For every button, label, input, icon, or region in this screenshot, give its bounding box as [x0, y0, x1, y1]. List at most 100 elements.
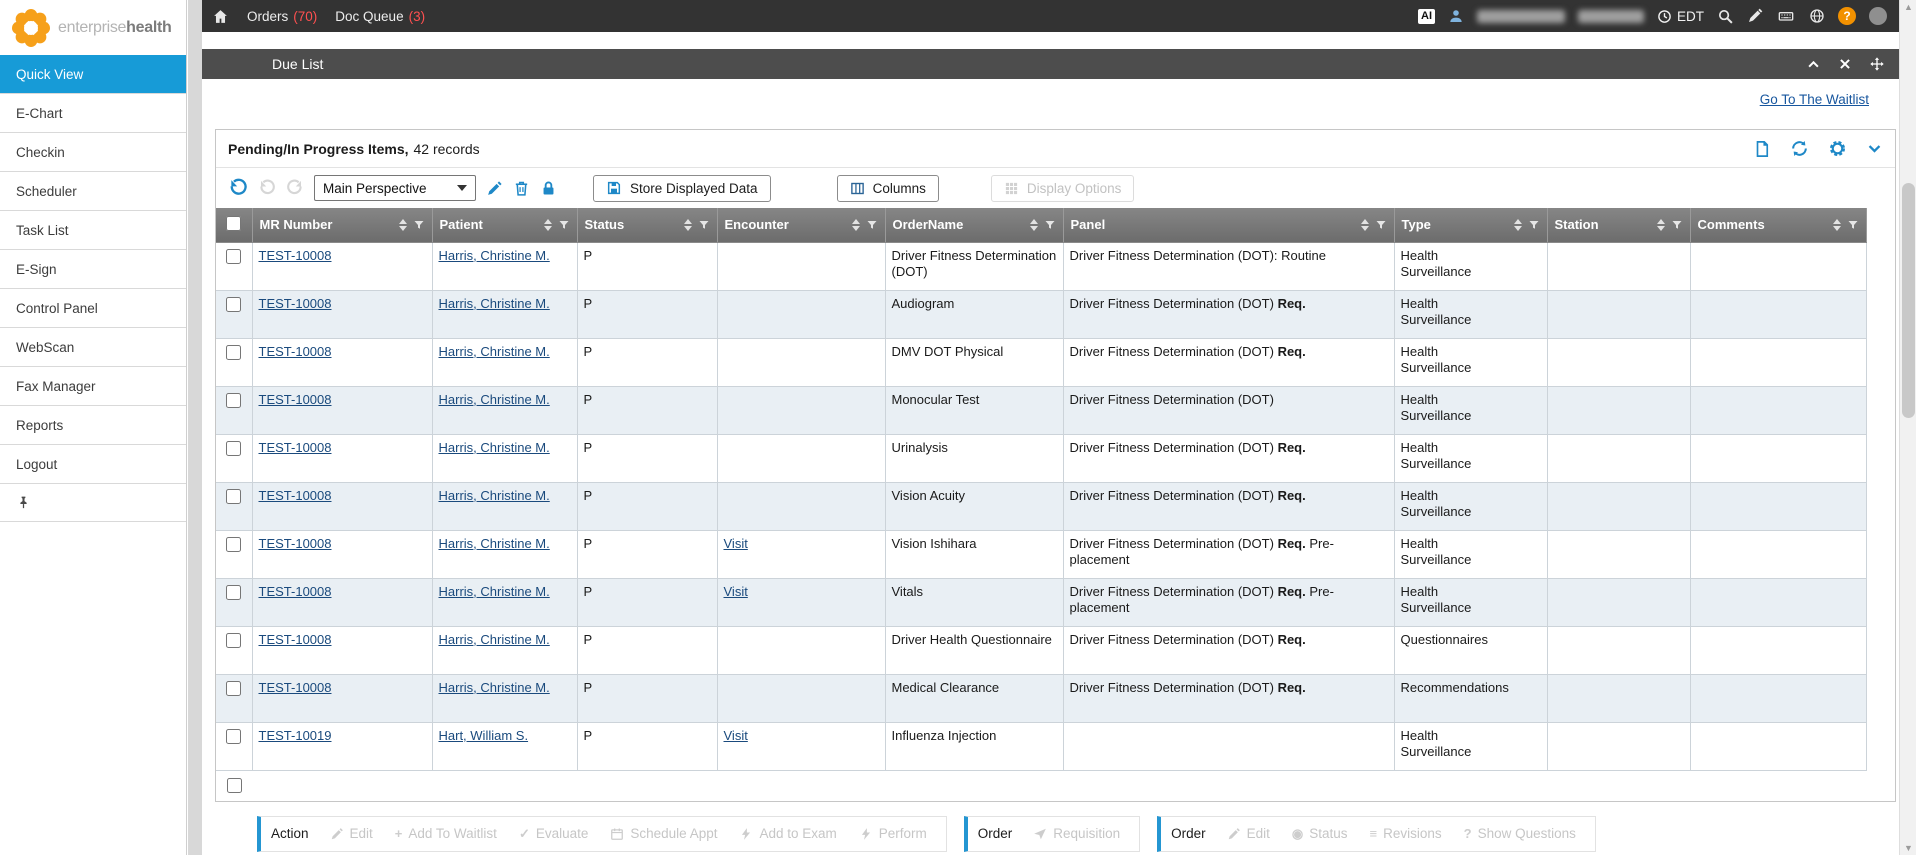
patient-link[interactable]: Hart, William S. — [439, 728, 529, 743]
display-options-button[interactable]: Display Options — [991, 175, 1135, 202]
filter-funnel-icon[interactable] — [1528, 219, 1540, 231]
patient-link[interactable]: Harris, Christine M. — [439, 440, 550, 455]
mr-number-link[interactable]: TEST-10008 — [259, 440, 332, 455]
sidebar-item-reports[interactable]: Reports — [0, 406, 186, 445]
move-icon[interactable] — [1869, 56, 1885, 72]
undo-icon[interactable] — [228, 178, 248, 198]
sidebar-item-control-panel[interactable]: Control Panel — [0, 289, 186, 328]
row-checkbox[interactable] — [226, 345, 241, 360]
scroll-up-arrow[interactable]: ▲ — [1900, 2, 1916, 12]
row-checkbox[interactable] — [226, 681, 241, 696]
user-icon[interactable] — [1448, 8, 1464, 24]
help-icon[interactable]: ? — [1838, 7, 1856, 25]
sort-arrows-icon[interactable] — [1657, 219, 1665, 231]
sort-arrows-icon[interactable] — [684, 219, 692, 231]
row-checkbox[interactable] — [226, 633, 241, 648]
close-icon[interactable] — [1838, 57, 1852, 71]
mr-number-link[interactable]: TEST-10008 — [259, 632, 332, 647]
sort-arrows-icon[interactable] — [1514, 219, 1522, 231]
columns-button[interactable]: Columns — [837, 175, 939, 202]
column-header-patient[interactable]: Patient — [432, 208, 577, 242]
patient-link[interactable]: Harris, Christine M. — [439, 344, 550, 359]
sidebar-item-logout[interactable]: Logout — [0, 445, 186, 484]
column-header-station[interactable]: Station — [1547, 208, 1690, 242]
filter-funnel-icon[interactable] — [413, 219, 425, 231]
mr-number-link[interactable]: TEST-10008 — [259, 344, 332, 359]
filter-funnel-icon[interactable] — [866, 219, 878, 231]
filter-funnel-icon[interactable] — [1044, 219, 1056, 231]
edit-perspective-pencil-icon[interactable] — [486, 180, 503, 197]
row-checkbox[interactable] — [226, 441, 241, 456]
visit-link[interactable]: Visit — [724, 584, 748, 599]
collapse-chevron-up-icon[interactable] — [1806, 57, 1821, 72]
lock-icon[interactable] — [540, 180, 557, 197]
sort-arrows-icon[interactable] — [1361, 219, 1369, 231]
filter-funnel-icon[interactable] — [698, 219, 710, 231]
collapse-chevron-down-icon[interactable] — [1866, 140, 1883, 157]
column-header-comments[interactable]: Comments — [1690, 208, 1866, 242]
history-back-icon[interactable] — [258, 179, 276, 197]
scroll-down-arrow[interactable]: ▼ — [1900, 843, 1916, 853]
patient-link[interactable]: Harris, Christine M. — [439, 488, 550, 503]
row-checkbox[interactable] — [226, 297, 241, 312]
avatar-circle[interactable] — [1869, 7, 1887, 25]
perspective-select[interactable]: Main Perspective — [314, 175, 476, 201]
filter-funnel-icon[interactable] — [1375, 219, 1387, 231]
scrollbar-thumb[interactable] — [1902, 183, 1915, 418]
globe-icon[interactable] — [1809, 8, 1825, 24]
sidebar-item-e-chart[interactable]: E-Chart — [0, 94, 186, 133]
patient-link[interactable]: Harris, Christine M. — [439, 536, 550, 551]
select-all-checkbox[interactable] — [226, 216, 241, 231]
footer-button-requisition[interactable]: Requisition — [1024, 826, 1129, 841]
delete-perspective-trash-icon[interactable] — [513, 180, 530, 197]
mr-number-link[interactable]: TEST-10019 — [259, 728, 332, 743]
column-header-ordername[interactable]: OrderName — [885, 208, 1063, 242]
footer-button-status[interactable]: ◉Status — [1283, 826, 1357, 842]
mr-number-link[interactable]: TEST-10008 — [259, 392, 332, 407]
sidebar-item-webscan[interactable]: WebScan — [0, 328, 186, 367]
tools-icon[interactable] — [1747, 8, 1763, 24]
footer-button-evaluate[interactable]: ✓Evaluate — [510, 826, 597, 842]
new-document-icon[interactable] — [1753, 140, 1771, 158]
mr-number-link[interactable]: TEST-10008 — [259, 536, 332, 551]
row-checkbox[interactable] — [226, 393, 241, 408]
sort-arrows-icon[interactable] — [544, 219, 552, 231]
footer-button-perform[interactable]: Perform — [850, 826, 936, 841]
footer-button-edit[interactable]: Edit — [321, 826, 382, 841]
patient-link[interactable]: Harris, Christine M. — [439, 248, 550, 263]
column-header-mr-number[interactable]: MR Number — [252, 208, 432, 242]
footer-button-add-to-waitlist[interactable]: +Add To Waitlist — [386, 826, 506, 841]
keyboard-icon[interactable] — [1776, 8, 1796, 24]
patient-link[interactable]: Harris, Christine M. — [439, 632, 550, 647]
sort-arrows-icon[interactable] — [852, 219, 860, 231]
refresh-icon[interactable] — [1790, 139, 1809, 158]
settings-gear-icon[interactable] — [1828, 139, 1847, 158]
sort-arrows-icon[interactable] — [1030, 219, 1038, 231]
patient-link[interactable]: Harris, Christine M. — [439, 584, 550, 599]
filter-funnel-icon[interactable] — [558, 219, 570, 231]
footer-button-show-questions[interactable]: ?Show Questions — [1455, 826, 1585, 841]
column-header-status[interactable]: Status — [577, 208, 717, 242]
visit-link[interactable]: Visit — [724, 728, 748, 743]
patient-link[interactable]: Harris, Christine M. — [439, 680, 550, 695]
footer-button-schedule-appt[interactable]: Schedule Appt — [601, 826, 726, 841]
mr-number-link[interactable]: TEST-10008 — [259, 488, 332, 503]
sidebar-item-fax-manager[interactable]: Fax Manager — [0, 367, 186, 406]
sidebar-item-checkin[interactable]: Checkin — [0, 133, 186, 172]
footer-button-revisions[interactable]: ≡Revisions — [1361, 826, 1451, 841]
sidebar-item-e-sign[interactable]: E-Sign — [0, 250, 186, 289]
row-checkbox[interactable] — [226, 489, 241, 504]
filter-funnel-icon[interactable] — [1847, 219, 1859, 231]
row-checkbox[interactable] — [226, 585, 241, 600]
search-icon[interactable] — [1717, 8, 1734, 25]
column-header-select-all[interactable] — [216, 208, 252, 242]
row-checkbox[interactable] — [226, 729, 241, 744]
row-checkbox[interactable] — [227, 778, 242, 793]
store-displayed-data-button[interactable]: Store Displayed Data — [593, 175, 771, 202]
column-header-encounter[interactable]: Encounter — [717, 208, 885, 242]
sort-arrows-icon[interactable] — [1833, 219, 1841, 231]
patient-link[interactable]: Harris, Christine M. — [439, 296, 550, 311]
home-icon[interactable] — [212, 8, 229, 25]
history-forward-icon[interactable] — [286, 179, 304, 197]
mr-number-link[interactable]: TEST-10008 — [259, 248, 332, 263]
